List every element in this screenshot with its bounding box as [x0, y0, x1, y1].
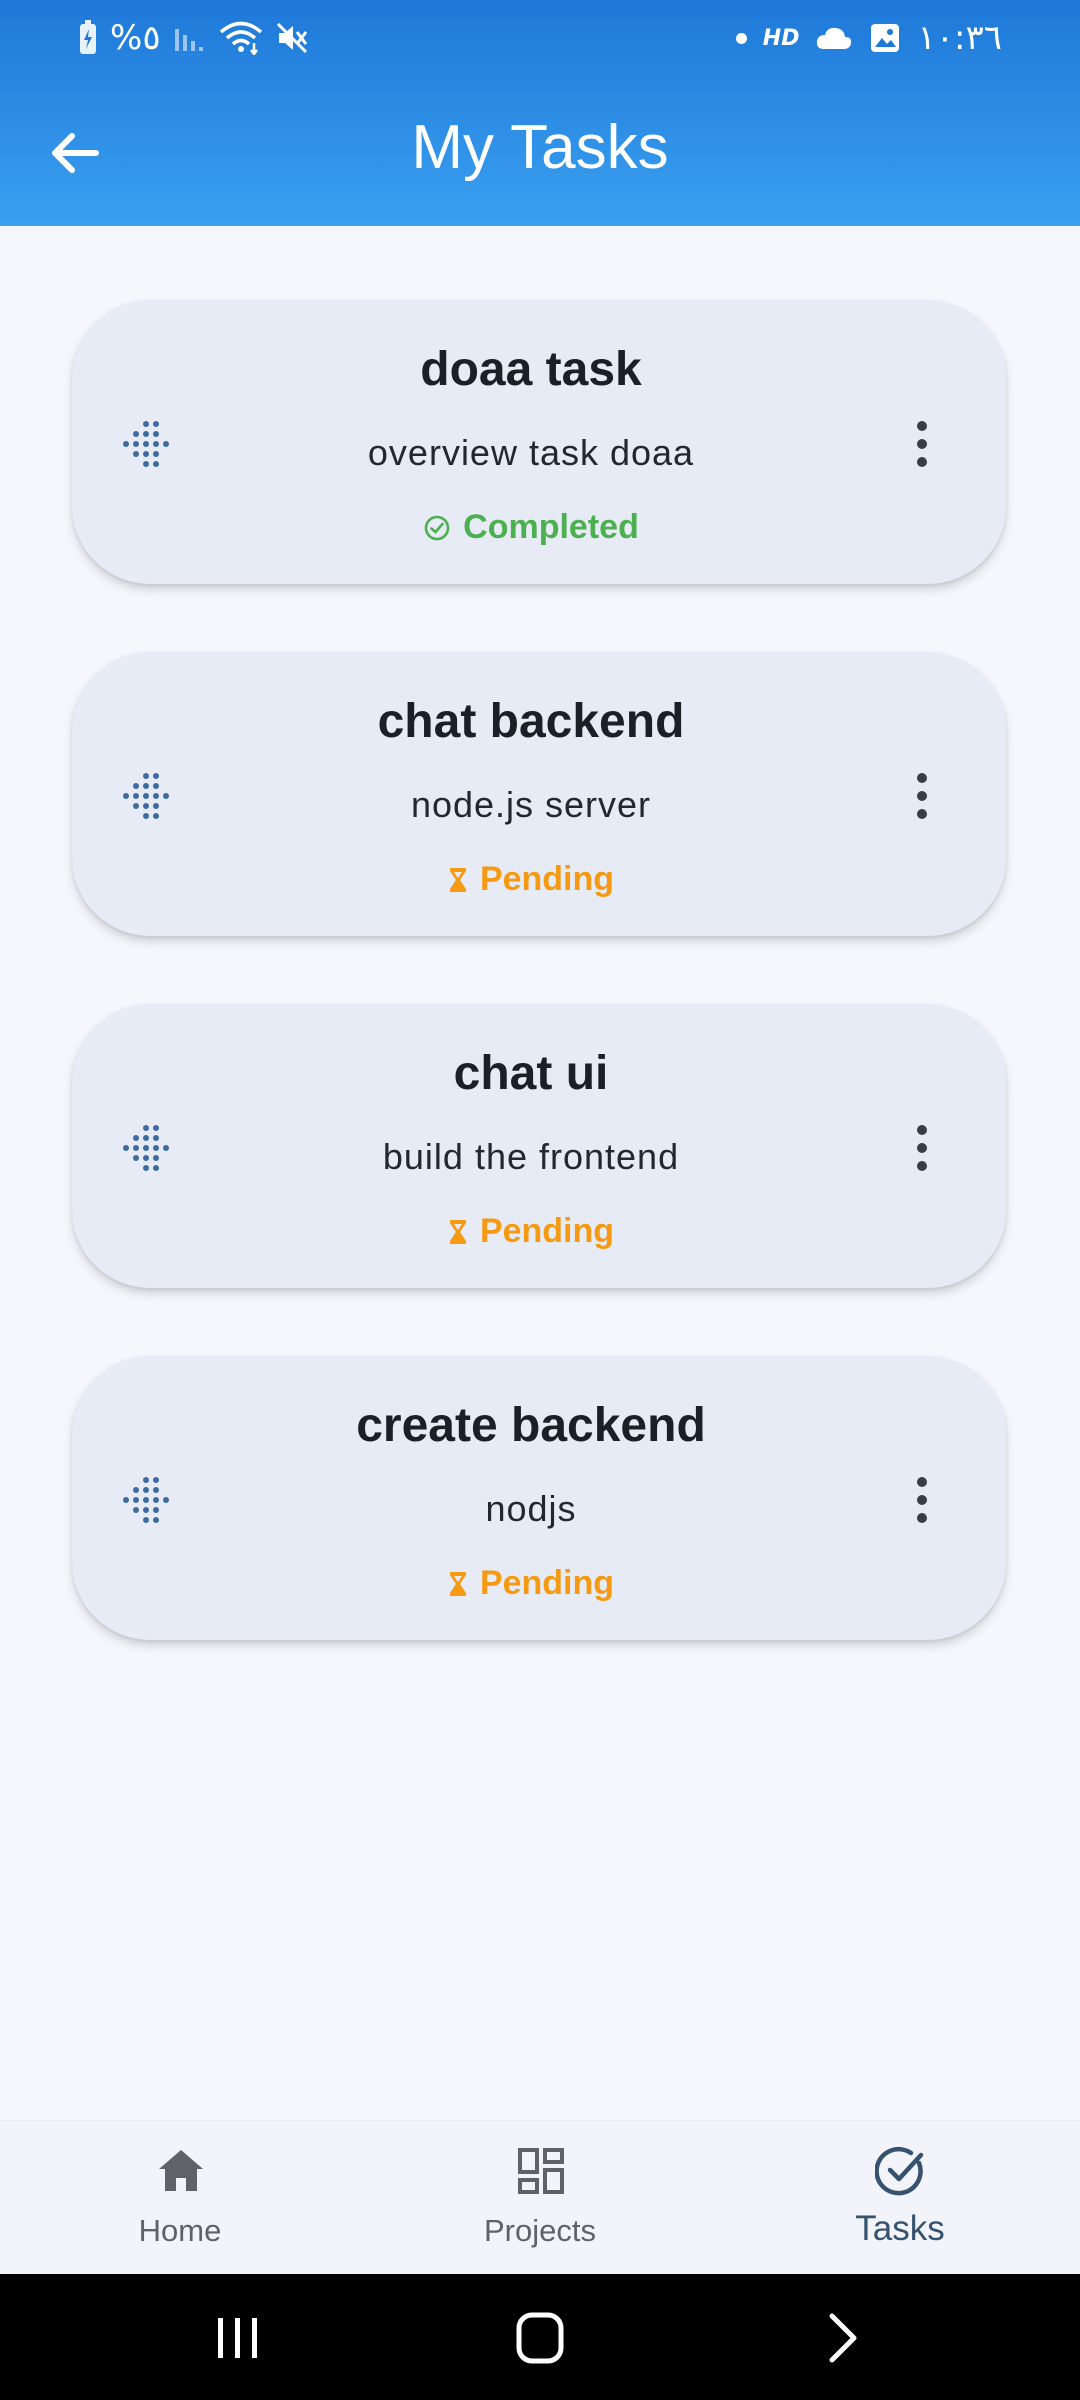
task-title: create backend [356, 1399, 706, 1452]
nav-item-home[interactable]: Home [60, 2121, 300, 2275]
task-description: build the frontend [382, 1136, 680, 1177]
more-vert-icon[interactable] [910, 1122, 934, 1174]
notification-dot-icon [735, 32, 747, 44]
nav-item-tasks[interactable]: Tasks [780, 2121, 1020, 2275]
task-status-label: Pending [479, 1212, 615, 1250]
system-navigation-bar [0, 2274, 1080, 2400]
task-title: doaa task [420, 343, 642, 396]
home-icon [159, 2150, 203, 2191]
hourglass-icon [449, 867, 466, 892]
task-card[interactable]: chat ui build the frontend Pending [72, 1004, 1006, 1288]
task-status-label: Completed [463, 508, 639, 546]
mute-icon [276, 22, 307, 54]
hourglass-icon [449, 1571, 466, 1596]
task-status-label: Pending [479, 1564, 615, 1602]
hd-badge: HD [762, 25, 800, 51]
task-title: chat ui [453, 1047, 609, 1100]
wifi-icon [219, 21, 262, 55]
task-list: doaa task overview task doaa Completed c… [72, 300, 1006, 1708]
task-description: nodjs [485, 1488, 577, 1529]
gallery-icon [871, 24, 900, 52]
app-header: %٥ HD ١٠:٣٦ My Tasks [0, 0, 1080, 226]
status-bar-right: HD ١٠:٣٦ [735, 18, 1002, 58]
battery-charging-icon [80, 20, 96, 54]
battery-percentage: %٥ [110, 18, 161, 58]
cloud-icon [817, 27, 852, 49]
nav-label-home: Home [138, 2213, 222, 2248]
task-status-label: Pending [479, 860, 615, 898]
task-description: node.js server [410, 784, 652, 825]
check-circle-icon [424, 515, 450, 540]
status-time: ١٠:٣٦ [917, 18, 1002, 58]
bottom-navigation: Home Projects Tasks [0, 2120, 1080, 2275]
page-title: My Tasks [411, 113, 669, 182]
more-vert-icon[interactable] [910, 1474, 934, 1526]
nav-label-projects: Projects [484, 2213, 596, 2248]
home-button-icon[interactable] [510, 2310, 570, 2366]
nav-label-tasks: Tasks [855, 2209, 945, 2248]
task-status: Pending [72, 1212, 990, 1251]
back-nav-icon[interactable] [814, 2310, 874, 2366]
task-status: Pending [72, 860, 990, 899]
task-description: overview task doaa [367, 432, 695, 473]
task-card[interactable]: doaa task overview task doaa Completed [72, 300, 1006, 584]
task-title: chat backend [377, 695, 685, 748]
hourglass-icon [449, 1219, 466, 1244]
task-card[interactable]: create backend nodjs Pending [72, 1356, 1006, 1640]
signal-icon [174, 29, 203, 51]
task-check-icon [875, 2146, 924, 2196]
dashboard-icon [518, 2148, 564, 2194]
status-bar: %٥ HD ١٠:٣٦ [0, 0, 1080, 78]
more-vert-icon[interactable] [910, 418, 934, 470]
nav-item-projects[interactable]: Projects [420, 2121, 660, 2275]
task-status: Completed [72, 508, 990, 547]
recent-apps-icon[interactable] [208, 2310, 268, 2366]
task-status: Pending [72, 1564, 990, 1603]
task-card[interactable]: chat backend node.js server Pending [72, 652, 1006, 936]
more-vert-icon[interactable] [910, 770, 934, 822]
status-bar-left: %٥ [78, 18, 309, 58]
